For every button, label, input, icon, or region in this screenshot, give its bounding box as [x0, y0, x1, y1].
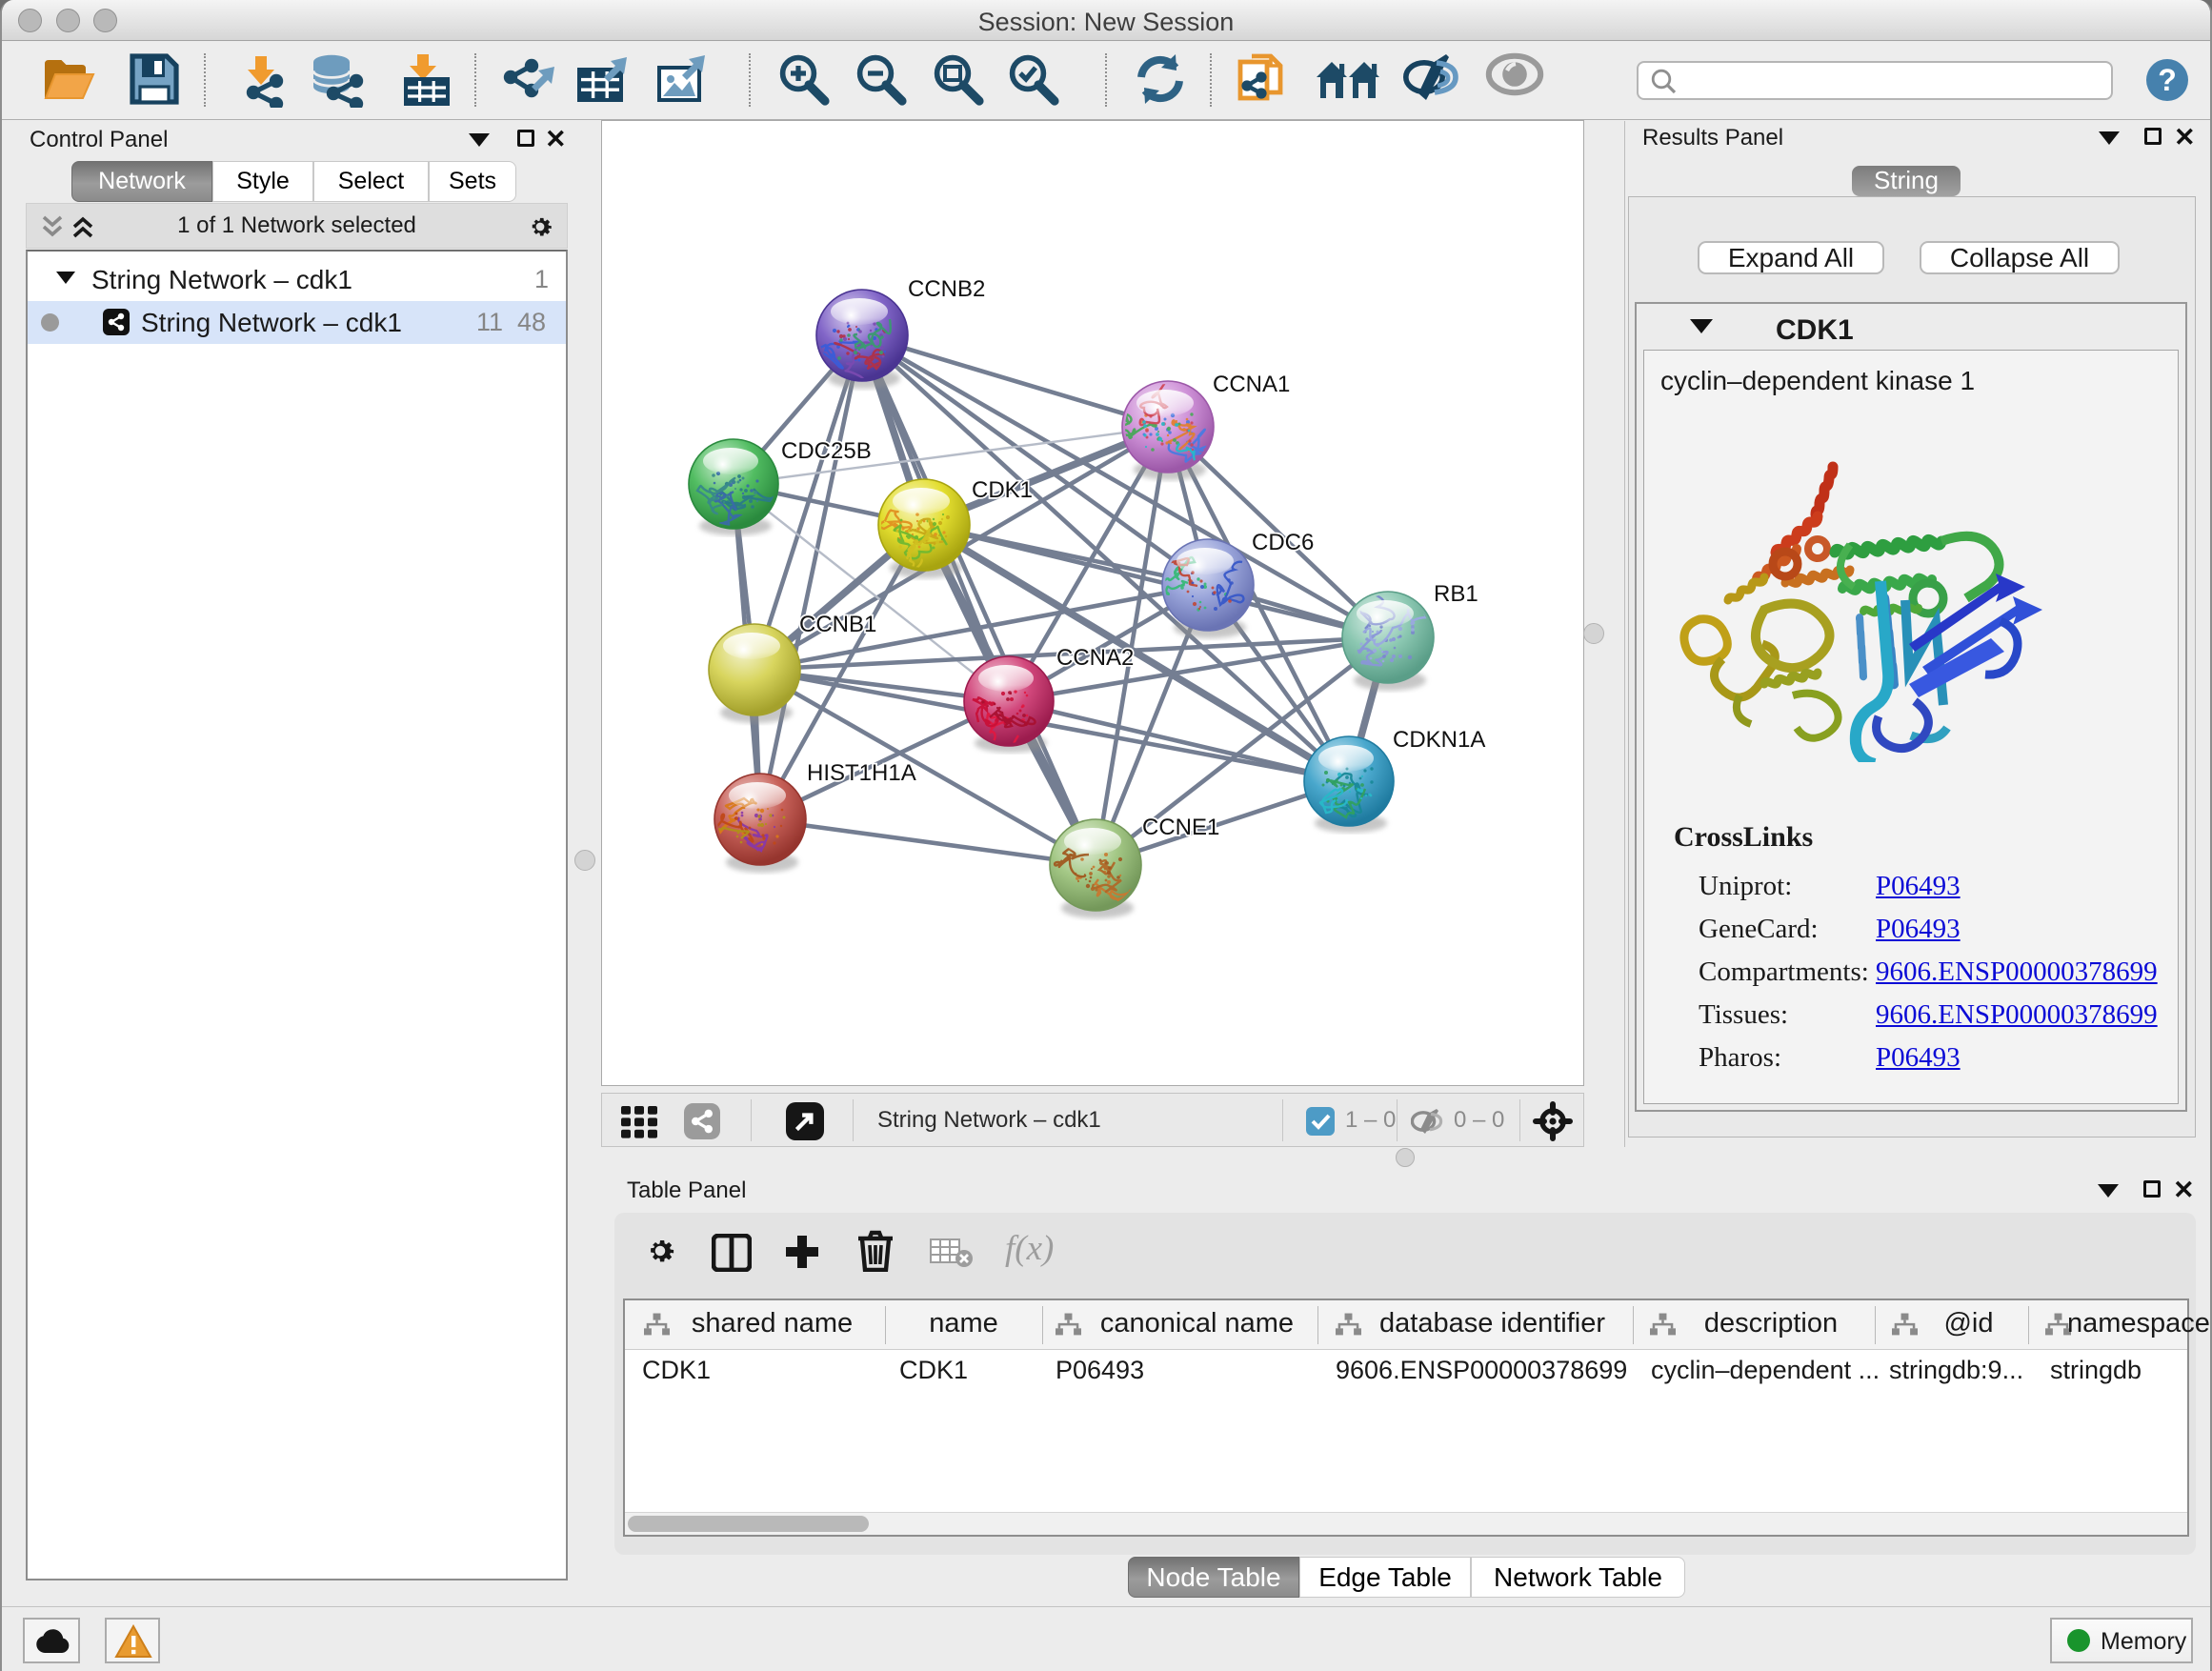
svg-text:CDC6: CDC6: [1252, 530, 1314, 555]
svg-text:CDC25B: CDC25B: [781, 438, 872, 464]
svg-text:RB1: RB1: [1434, 581, 1478, 607]
svg-text:HIST1H1A: HIST1H1A: [807, 760, 916, 786]
svg-text:CDK1: CDK1: [972, 477, 1033, 503]
svg-text:CCNB1: CCNB1: [799, 612, 876, 637]
svg-text:CCNA2: CCNA2: [1056, 645, 1134, 671]
svg-text:CCNB2: CCNB2: [908, 276, 985, 302]
svg-text:CCNE1: CCNE1: [1142, 815, 1219, 840]
svg-text:?: ?: [2158, 63, 2177, 97]
svg-text:CCNA1: CCNA1: [1213, 372, 1290, 397]
svg-text:CDKN1A: CDKN1A: [1393, 727, 1485, 753]
